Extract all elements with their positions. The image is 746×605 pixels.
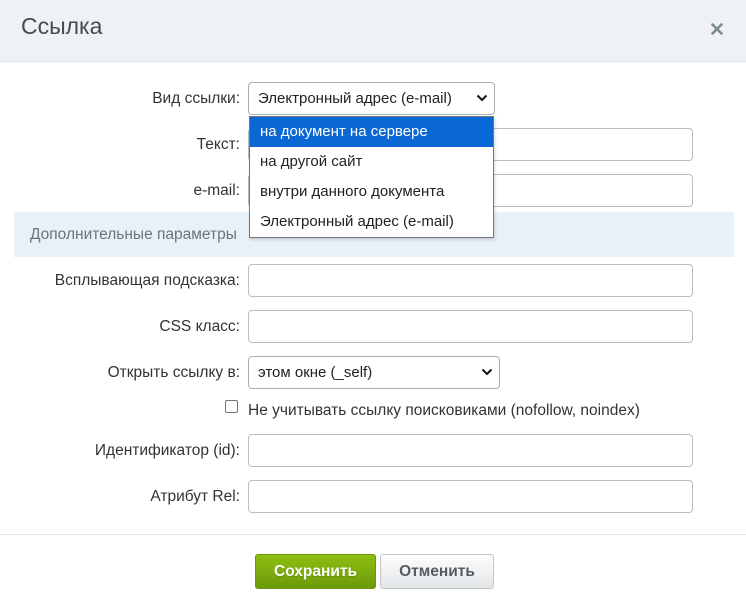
target-label: Открыть ссылку в:: [107, 364, 240, 381]
section-title: Дополнительные параметры: [30, 226, 237, 243]
tooltip-label: Всплывающая подсказка:: [54, 272, 240, 289]
rel-input[interactable]: [248, 480, 693, 513]
link-dialog: Ссылка Вид ссылки: Электронный адрес (e-…: [0, 0, 746, 605]
close-button[interactable]: [706, 17, 728, 41]
email-label: e-mail:: [193, 182, 240, 199]
id-input[interactable]: [248, 434, 693, 467]
css-class-input[interactable]: [248, 310, 693, 343]
target-value: этом окне (_self): [258, 364, 373, 381]
chevron-down-icon: [476, 94, 488, 102]
target-select[interactable]: этом окне (_self): [248, 356, 500, 389]
cancel-button[interactable]: Отменить: [380, 554, 494, 589]
link-type-dropdown: на документ на сервере на другой сайт вн…: [249, 116, 494, 238]
save-button[interactable]: Сохранить: [255, 554, 376, 589]
id-label: Идентификатор (id):: [94, 442, 240, 459]
text-label: Текст:: [196, 136, 240, 153]
close-icon: [711, 23, 723, 35]
dropdown-option[interactable]: на документ на сервере: [250, 117, 493, 147]
rel-label: Атрибут Rel:: [150, 488, 240, 505]
chevron-down-icon: [481, 368, 493, 376]
dropdown-option[interactable]: внутри данного документа: [250, 177, 493, 207]
dropdown-option[interactable]: Электронный адрес (e-mail): [250, 207, 493, 237]
dialog-header: Ссылка: [0, 0, 746, 62]
dialog-title: Ссылка: [21, 13, 103, 39]
dropdown-option[interactable]: на другой сайт: [250, 147, 493, 177]
link-type-select[interactable]: Электронный адрес (e-mail): [248, 82, 495, 115]
nofollow-label[interactable]: Не учитывать ссылку поисковиками (nofoll…: [248, 402, 640, 420]
link-type-value: Электронный адрес (e-mail): [258, 90, 452, 107]
link-type-label: Вид ссылки:: [152, 90, 240, 107]
tooltip-input[interactable]: [248, 264, 693, 297]
nofollow-checkbox[interactable]: [225, 400, 238, 413]
css-class-label: CSS класс:: [159, 318, 240, 335]
dialog-footer: Сохранить Отменить: [0, 534, 746, 605]
